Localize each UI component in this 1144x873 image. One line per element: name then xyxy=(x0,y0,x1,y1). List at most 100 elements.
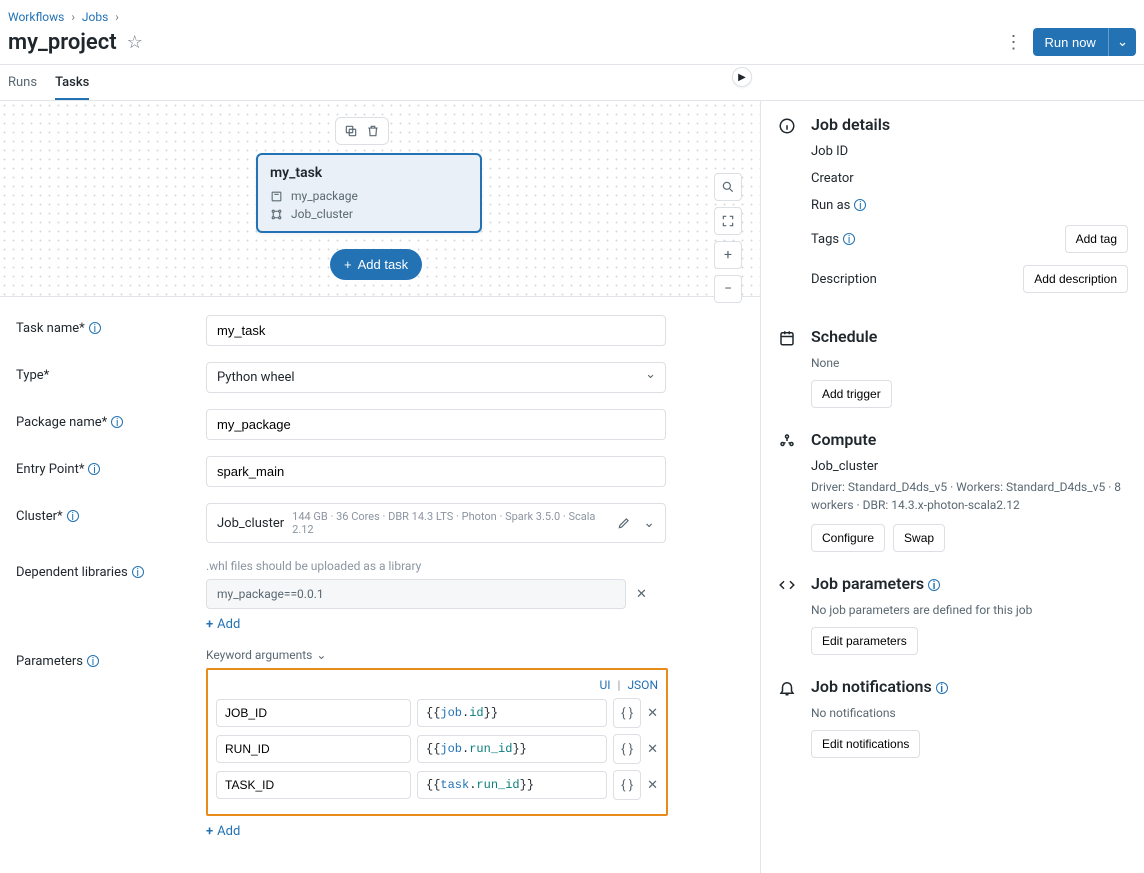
compute-cluster-spec: Driver: Standard_D4ds_v5 · Workers: Stan… xyxy=(811,478,1128,514)
run-now-caret[interactable]: ⌄ xyxy=(1108,28,1136,56)
task-card[interactable]: my_task my_package Job_cluster xyxy=(256,153,482,233)
braces-icon[interactable]: { } xyxy=(613,698,641,728)
bell-icon xyxy=(777,677,797,758)
add-param-link[interactable]: +Add xyxy=(206,824,240,839)
add-lib-link[interactable]: +Add xyxy=(206,617,240,632)
title-bar: my_project ☆ ⋮ Run now ⌄ xyxy=(0,24,1144,65)
configure-button[interactable]: Configure xyxy=(811,524,885,552)
run-now-button-group: Run now ⌄ xyxy=(1033,28,1136,56)
info-icon[interactable]: i xyxy=(928,579,940,591)
side-panel: Job details Job ID Creator Run asi Tagsi… xyxy=(761,101,1144,873)
param-key-input[interactable] xyxy=(216,699,411,727)
info-icon[interactable]: i xyxy=(88,463,100,475)
dependent-libs-hint: .whl files should be uploaded as a libra… xyxy=(206,559,666,573)
info-icon[interactable]: i xyxy=(132,566,144,578)
expand-icon[interactable] xyxy=(714,207,742,235)
job-id-label: Job ID xyxy=(811,144,848,159)
edit-parameters-button[interactable]: Edit parameters xyxy=(811,627,918,655)
breadcrumb: Workflows › Jobs › xyxy=(0,0,1144,24)
parameters-label: Parametersi xyxy=(16,648,206,669)
copy-icon[interactable] xyxy=(344,124,358,138)
info-icon[interactable]: i xyxy=(936,682,948,694)
remove-param-icon[interactable]: ✕ xyxy=(647,706,658,721)
run-now-button[interactable]: Run now xyxy=(1033,28,1108,56)
braces-icon[interactable]: { } xyxy=(613,770,641,800)
task-card-package: my_package xyxy=(291,189,358,203)
job-notifications-none: No notifications xyxy=(811,706,1128,720)
creator-label: Creator xyxy=(811,171,854,186)
chevron-down-icon: ⌄ xyxy=(316,648,326,662)
zoom-in-icon[interactable]: + xyxy=(714,241,742,269)
type-select[interactable]: Python wheel xyxy=(206,362,666,393)
param-row: {{job.id}}{ } ✕ xyxy=(216,698,658,728)
info-icon[interactable]: i xyxy=(843,233,855,245)
plus-icon: + xyxy=(344,257,352,272)
task-card-cluster: Job_cluster xyxy=(291,207,353,221)
pencil-icon[interactable] xyxy=(617,516,631,530)
param-row: {{job.run_id}}{ } ✕ xyxy=(216,734,658,764)
task-form: Task name*i Type* Python wheel Package n… xyxy=(0,297,760,873)
task-graph-canvas[interactable]: my_task my_package Job_cluster + Add tas… xyxy=(0,101,760,297)
add-tag-button[interactable]: Add tag xyxy=(1065,225,1128,253)
breadcrumb-jobs[interactable]: Jobs xyxy=(82,10,108,24)
task-name-input[interactable] xyxy=(206,315,666,346)
add-task-label: Add task xyxy=(358,257,409,272)
param-value-input[interactable]: {{task.run_id}} xyxy=(417,771,607,799)
keyword-args-toggle[interactable]: Keyword arguments ⌄ xyxy=(206,648,666,662)
compute-icon xyxy=(777,430,797,552)
collapse-panel-icon[interactable]: ▶ xyxy=(732,67,752,87)
params-ui-tab[interactable]: UI xyxy=(599,678,610,692)
trash-icon[interactable] xyxy=(366,124,380,138)
cluster-spec: 144 GB · 36 Cores · DBR 14.3 LTS · Photo… xyxy=(292,510,609,536)
job-tabs: Runs Tasks ▶ xyxy=(0,65,1144,101)
calendar-icon xyxy=(777,327,797,408)
package-icon xyxy=(270,190,283,203)
info-icon[interactable]: i xyxy=(854,199,866,211)
schedule-title: Schedule xyxy=(811,327,1128,346)
add-task-button[interactable]: + Add task xyxy=(330,249,422,280)
package-name-label: Package name*i xyxy=(16,409,206,430)
parameters-box: UI | JSON {{job.id}}{ }✕{{job.run_id}}{ … xyxy=(206,668,668,816)
params-json-tab[interactable]: JSON xyxy=(627,678,658,692)
add-trigger-button[interactable]: Add trigger xyxy=(811,380,892,408)
more-vertical-icon[interactable]: ⋮ xyxy=(1005,32,1023,53)
cluster-select[interactable]: Job_cluster 144 GB · 36 Cores · DBR 14.3… xyxy=(206,503,666,543)
remove-param-icon[interactable]: ✕ xyxy=(647,742,658,757)
param-key-input[interactable] xyxy=(216,735,411,763)
add-description-button[interactable]: Add description xyxy=(1023,265,1128,293)
remove-param-icon[interactable]: ✕ xyxy=(647,778,658,793)
canvas-toolbar xyxy=(335,117,389,145)
entry-point-input[interactable] xyxy=(206,456,666,487)
package-name-input[interactable] xyxy=(206,409,666,440)
breadcrumb-workflows[interactable]: Workflows xyxy=(8,10,64,24)
cluster-icon xyxy=(270,208,283,221)
run-as-label: Run asi xyxy=(811,198,866,213)
search-icon[interactable] xyxy=(714,173,742,201)
info-icon[interactable]: i xyxy=(111,416,123,428)
job-params-title: Job parametersi xyxy=(811,574,1128,593)
braces-icon[interactable]: { } xyxy=(613,734,641,764)
chevron-down-icon[interactable]: ⌄ xyxy=(643,515,655,531)
param-value-input[interactable]: {{job.run_id}} xyxy=(417,735,607,763)
type-label: Type* xyxy=(16,362,206,383)
edit-notifications-button[interactable]: Edit notifications xyxy=(811,730,920,758)
info-icon[interactable]: i xyxy=(89,322,101,334)
job-notifications-title: Job notificationsi xyxy=(811,677,1128,696)
remove-lib-icon[interactable]: ✕ xyxy=(636,587,647,602)
param-value-input[interactable]: {{job.id}} xyxy=(417,699,607,727)
info-icon[interactable]: i xyxy=(87,655,99,667)
entry-point-label: Entry Point*i xyxy=(16,456,206,477)
tab-runs[interactable]: Runs xyxy=(8,65,37,100)
swap-button[interactable]: Swap xyxy=(893,524,945,552)
page-title: my_project xyxy=(8,30,117,55)
compute-title: Compute xyxy=(811,430,1128,449)
description-label: Description xyxy=(811,272,877,287)
schedule-none: None xyxy=(811,356,1128,370)
zoom-out-icon[interactable]: − xyxy=(714,275,742,303)
canvas-controls: + − xyxy=(714,173,742,303)
task-card-title: my_task xyxy=(270,165,468,181)
info-icon[interactable]: i xyxy=(67,510,79,522)
param-key-input[interactable] xyxy=(216,771,411,799)
star-icon[interactable]: ☆ xyxy=(127,32,143,53)
tab-tasks[interactable]: Tasks xyxy=(55,65,89,100)
